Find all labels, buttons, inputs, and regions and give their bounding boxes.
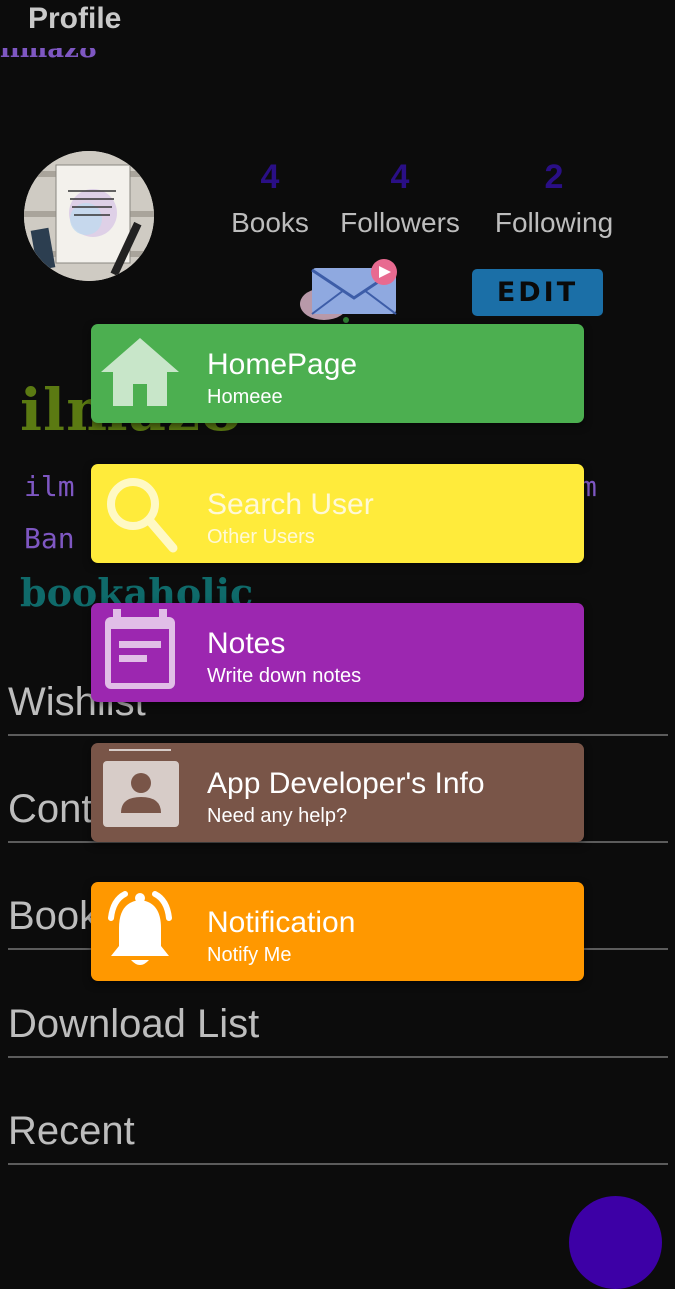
contact-card-icon bbox=[103, 749, 179, 827]
username-partial: ilmaz8 bbox=[0, 48, 97, 64]
avatar-image bbox=[24, 151, 154, 281]
following-count: 2 bbox=[544, 158, 564, 196]
edit-button[interactable]: EDIT bbox=[472, 269, 603, 316]
menu-item-subtitle: Other Users bbox=[207, 526, 315, 548]
search-icon bbox=[107, 478, 178, 553]
bell-icon bbox=[108, 891, 172, 965]
home-icon bbox=[101, 338, 179, 406]
menu-item-subtitle: Notify Me bbox=[207, 944, 292, 966]
list-item-download-list[interactable]: Download List bbox=[8, 1002, 668, 1058]
avatar[interactable] bbox=[24, 151, 154, 281]
followers-label[interactable]: Followers bbox=[310, 207, 490, 239]
calendar-note-icon bbox=[105, 609, 175, 689]
menu-item-subtitle: Need any help? bbox=[207, 805, 348, 827]
menu-item-subtitle: Homeee bbox=[207, 386, 283, 408]
menu-item-homepage[interactable]: HomePage Homeee bbox=[91, 324, 584, 423]
menu-item-title: HomePage bbox=[207, 348, 358, 381]
list-item-recent[interactable]: Recent bbox=[8, 1109, 668, 1165]
menu-item-title: Notes bbox=[207, 627, 286, 660]
following-label[interactable]: Following bbox=[464, 207, 644, 239]
bio-line-2: Ban bbox=[24, 522, 75, 555]
menu-item-subtitle: Write down notes bbox=[207, 665, 362, 687]
menu-item-developer-info[interactable]: App Developer's Info Need any help? bbox=[91, 743, 584, 842]
menu-item-title: Notification bbox=[207, 906, 356, 939]
menu-item-title: Search User bbox=[207, 488, 374, 521]
mail-icon[interactable] bbox=[298, 258, 410, 324]
page-title: Profile bbox=[28, 2, 122, 35]
menu-item-notification[interactable]: Notification Notify Me bbox=[91, 882, 584, 981]
followers-count: 4 bbox=[390, 158, 410, 196]
fab-button[interactable] bbox=[569, 1196, 662, 1289]
menu-item-search-user[interactable]: Search User Other Users bbox=[91, 464, 584, 563]
menu-item-notes[interactable]: Notes Write down notes bbox=[91, 603, 584, 702]
menu-item-title: App Developer's Info bbox=[207, 767, 485, 800]
bio-line-1-start: ilm bbox=[24, 470, 75, 503]
